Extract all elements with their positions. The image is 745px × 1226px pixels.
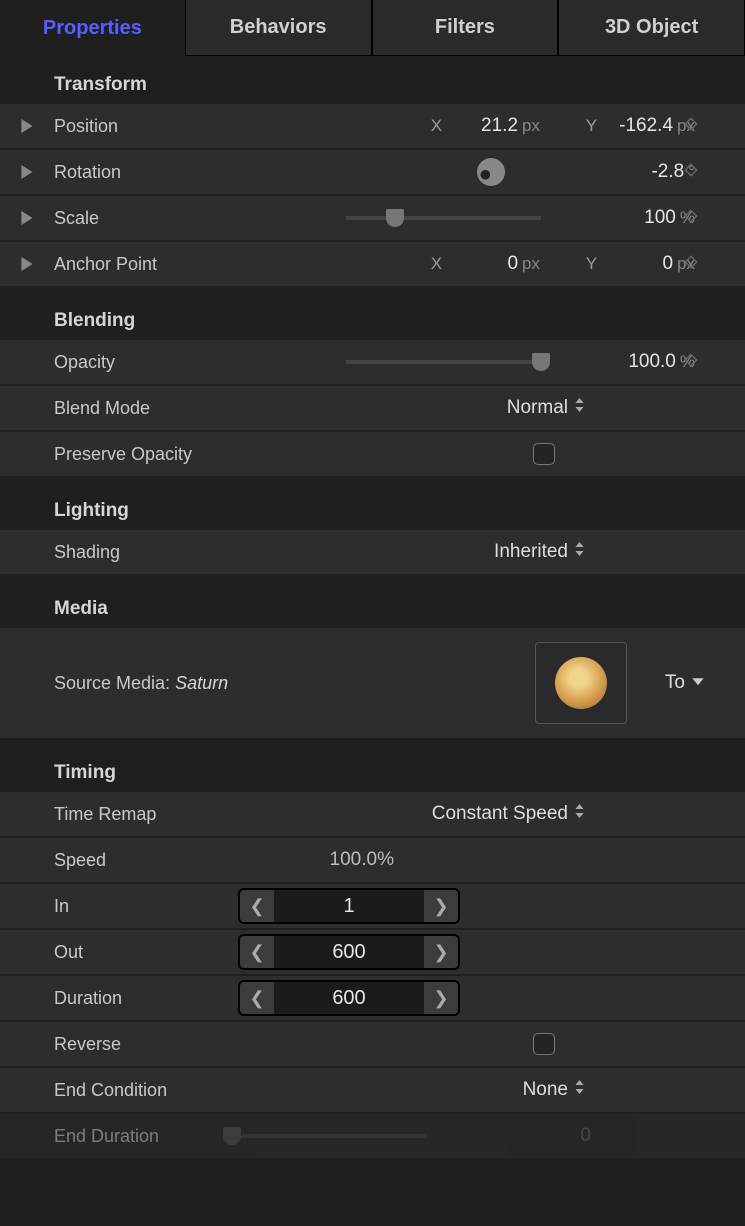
section-title-blending: Blending: [0, 292, 745, 340]
label-source-media: Source Media: Saturn: [54, 673, 228, 694]
row-blend-mode: Blend Mode Normal: [0, 386, 745, 430]
axis-y: Y: [586, 116, 597, 136]
axis-x: X: [431, 116, 442, 136]
speed-value[interactable]: 100.0%: [324, 849, 394, 871]
row-preserve-opacity: Preserve Opacity: [0, 432, 745, 476]
row-position: Position X21.2px Y-162.4px: [0, 104, 745, 148]
scale-slider[interactable]: [346, 216, 541, 220]
row-out: Out ❮ 600 ❯: [0, 930, 745, 974]
in-stepper[interactable]: ❮ 1 ❯: [238, 888, 460, 924]
blend-mode-select[interactable]: Normal: [507, 397, 585, 419]
label-scale: Scale: [54, 208, 204, 229]
stepper-decrement[interactable]: ❮: [240, 890, 274, 922]
section-title-lighting: Lighting: [0, 482, 745, 530]
tab-behaviors[interactable]: Behaviors: [185, 0, 372, 56]
keyframe-icon[interactable]: [683, 162, 699, 183]
out-stepper[interactable]: ❮ 600 ❯: [238, 934, 460, 970]
row-time-remap: Time Remap Constant Speed: [0, 792, 745, 836]
row-duration: Duration ❮ 600 ❯: [0, 976, 745, 1020]
preserve-opacity-checkbox[interactable]: [533, 443, 555, 465]
updown-icon: [574, 541, 585, 563]
keyframe-icon[interactable]: [683, 116, 699, 137]
row-scale: Scale 100%: [0, 196, 745, 240]
position-y-value[interactable]: -162.4: [603, 115, 673, 137]
label-shading: Shading: [54, 542, 204, 563]
duration-value[interactable]: 600: [274, 982, 424, 1014]
label-speed: Speed: [54, 850, 204, 871]
stepper-increment[interactable]: ❯: [424, 982, 458, 1014]
scale-value[interactable]: 100: [606, 207, 676, 229]
row-rotation: Rotation -2.8°: [0, 150, 745, 194]
label-opacity: Opacity: [54, 352, 204, 373]
updown-icon: [574, 803, 585, 825]
row-shading: Shading Inherited: [0, 530, 745, 574]
stepper-increment[interactable]: ❯: [424, 936, 458, 968]
label-end-condition: End Condition: [54, 1080, 214, 1101]
end-condition-select[interactable]: None: [523, 1079, 585, 1101]
stepper-decrement[interactable]: ❮: [240, 982, 274, 1014]
row-end-duration: End Duration 0: [0, 1114, 745, 1158]
stepper-increment[interactable]: ❯: [424, 890, 458, 922]
rotation-dial[interactable]: [491, 170, 541, 174]
keyframe-icon[interactable]: [683, 208, 699, 229]
label-position: Position: [54, 116, 204, 137]
end-duration-slider: [232, 1134, 427, 1138]
label-reverse: Reverse: [54, 1034, 204, 1055]
row-anchor-point: Anchor Point X0px Y0px: [0, 242, 745, 286]
disclosure-position[interactable]: [0, 119, 54, 133]
row-reverse: Reverse: [0, 1022, 745, 1066]
position-x-value[interactable]: 21.2: [448, 115, 518, 137]
label-blend-mode: Blend Mode: [54, 398, 204, 419]
media-to-menu[interactable]: To: [665, 672, 705, 694]
tab-3d-object[interactable]: 3D Object: [558, 0, 745, 56]
reverse-checkbox[interactable]: [533, 1033, 555, 1055]
opacity-value[interactable]: 100.0: [606, 351, 676, 373]
anchor-x-value[interactable]: 0: [448, 253, 518, 275]
time-remap-select[interactable]: Constant Speed: [432, 803, 585, 825]
row-in: In ❮ 1 ❯: [0, 884, 745, 928]
shading-select[interactable]: Inherited: [494, 541, 585, 563]
label-in: In: [54, 896, 204, 917]
planet-icon: [555, 657, 607, 709]
anchor-y-value[interactable]: 0: [603, 253, 673, 275]
updown-icon: [574, 397, 585, 419]
keyframe-icon[interactable]: [683, 254, 699, 275]
row-opacity: Opacity 100.0%: [0, 340, 745, 384]
duration-stepper[interactable]: ❮ 600 ❯: [238, 980, 460, 1016]
chevron-down-icon: [691, 672, 705, 694]
label-time-remap: Time Remap: [54, 804, 204, 825]
opacity-slider[interactable]: [346, 360, 541, 364]
disclosure-rotation[interactable]: [0, 165, 54, 179]
label-anchor: Anchor Point: [54, 254, 204, 275]
out-value[interactable]: 600: [274, 936, 424, 968]
label-duration: Duration: [54, 988, 204, 1009]
keyframe-icon[interactable]: [683, 352, 699, 373]
inspector-tabs: Properties Behaviors Filters 3D Object: [0, 0, 745, 56]
rotation-value[interactable]: -2.8: [614, 161, 684, 183]
label-rotation: Rotation: [54, 162, 204, 183]
label-preserve-opacity: Preserve Opacity: [54, 444, 254, 465]
disclosure-anchor[interactable]: [0, 257, 54, 271]
row-end-condition: End Condition None: [0, 1068, 745, 1112]
section-title-media: Media: [0, 580, 745, 628]
tab-filters[interactable]: Filters: [372, 0, 559, 56]
label-out: Out: [54, 942, 204, 963]
label-end-duration: End Duration: [54, 1126, 214, 1147]
end-duration-value: 0: [521, 1125, 591, 1147]
in-value[interactable]: 1: [274, 890, 424, 922]
updown-icon: [574, 1079, 585, 1101]
tab-properties[interactable]: Properties: [0, 0, 185, 56]
section-title-timing: Timing: [0, 744, 745, 792]
section-title-transform: Transform: [0, 56, 745, 104]
row-speed: Speed 100.0%: [0, 838, 745, 882]
stepper-decrement[interactable]: ❮: [240, 936, 274, 968]
disclosure-scale[interactable]: [0, 211, 54, 225]
row-source-media: Source Media: Saturn To: [0, 628, 745, 738]
media-well[interactable]: [535, 642, 627, 724]
